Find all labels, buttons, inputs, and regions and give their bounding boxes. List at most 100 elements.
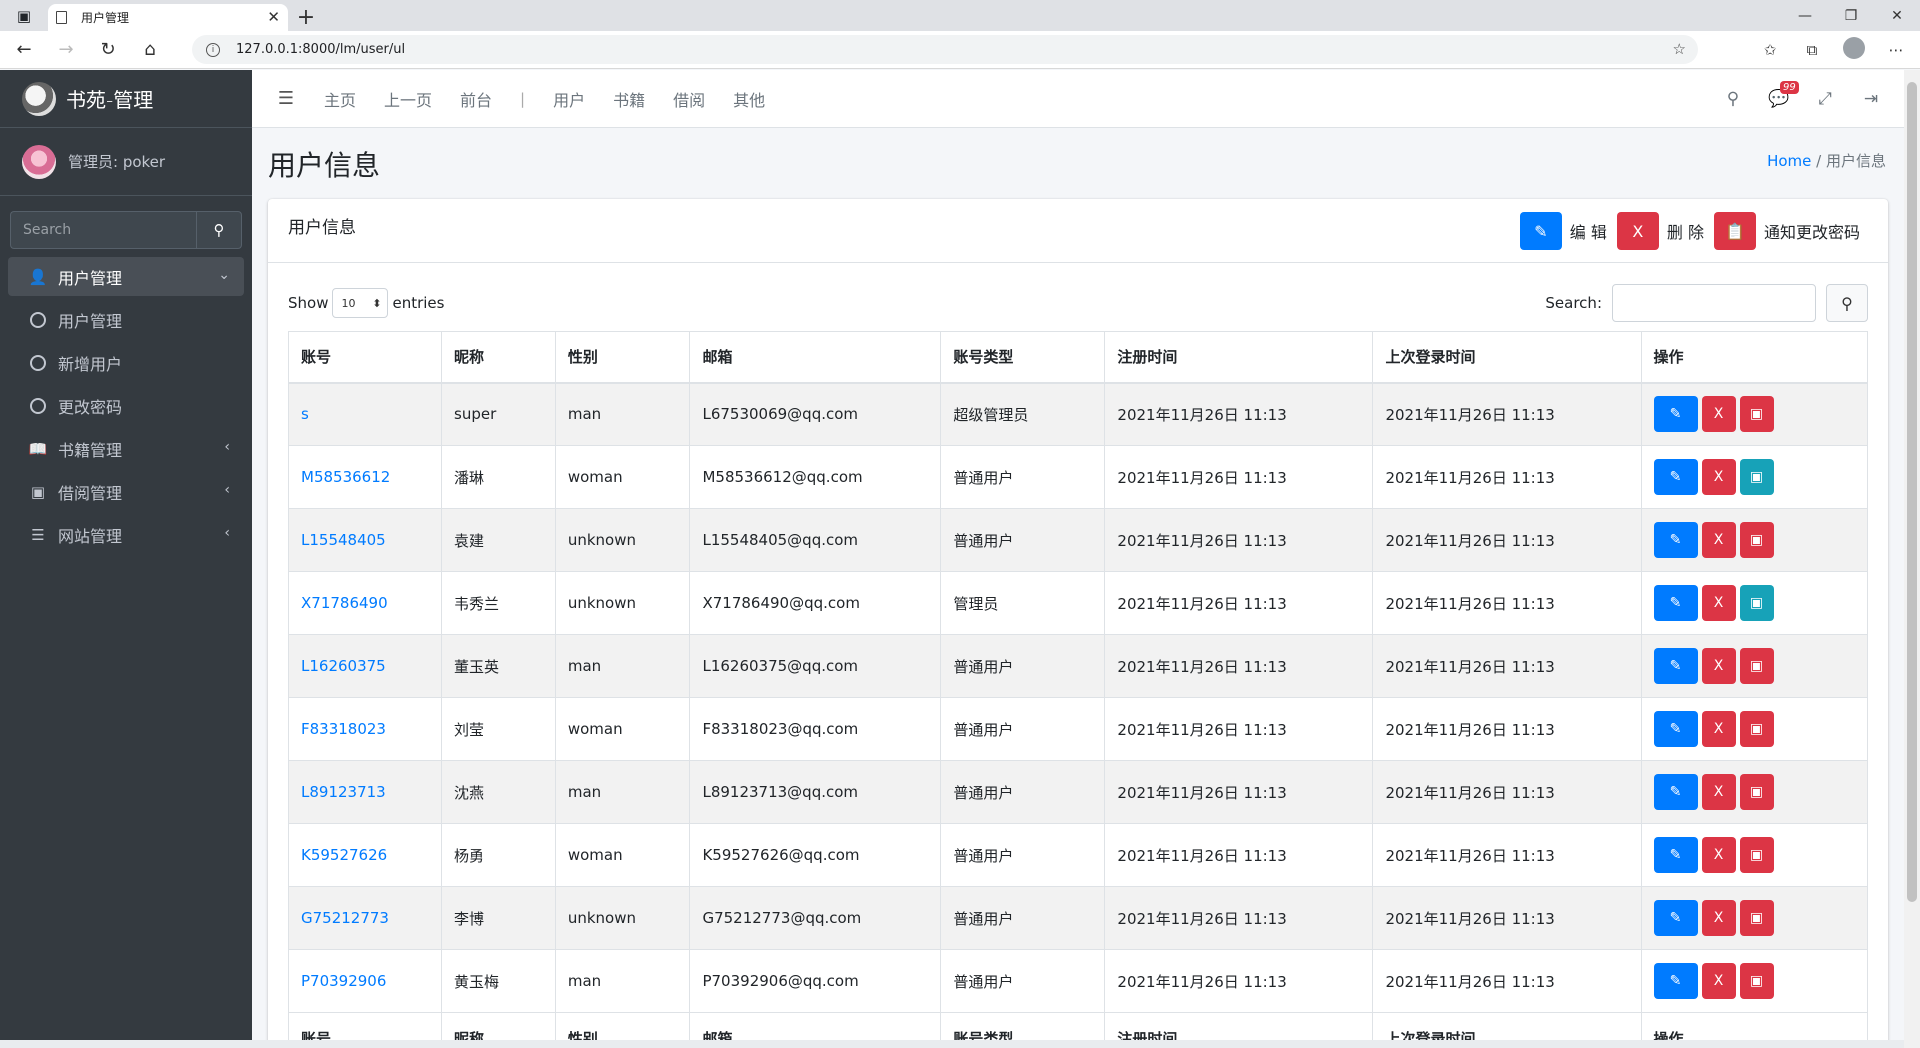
add-favorite-icon[interactable]: ☆ <box>1673 40 1686 58</box>
logout-icon[interactable]: ⇥ <box>1848 89 1894 109</box>
nav-link-frontend[interactable]: 前台 <box>460 87 492 111</box>
user-name[interactable]: 管理员: poker <box>68 151 165 172</box>
window-close-icon[interactable]: ✕ <box>1874 0 1920 31</box>
row-notify-button[interactable]: ▣ <box>1739 459 1774 495</box>
cell-account[interactable]: P70392906 <box>288 949 442 1013</box>
cell-account[interactable]: G75212773 <box>288 886 442 950</box>
sidebar-item-user-list[interactable]: 用户管理 <box>8 300 244 339</box>
row-edit-button[interactable]: ✎ <box>1653 522 1698 558</box>
row-notify-button[interactable]: ▣ <box>1739 774 1774 810</box>
sidebar-item-change-password[interactable]: 更改密码 <box>8 386 244 425</box>
cell-account[interactable]: L16260375 <box>288 634 442 698</box>
nav-link-home[interactable]: 主页 <box>324 87 356 111</box>
sidebar-item-user-management[interactable]: 👤 用户管理 ⌄ <box>8 257 244 296</box>
url-bar[interactable]: i 127.0.0.1:8000/lm/user/ul ☆ <box>192 35 1698 64</box>
row-edit-button[interactable]: ✎ <box>1653 837 1698 873</box>
profile-avatar[interactable] <box>1840 37 1868 63</box>
page-scrollbar[interactable] <box>1904 70 1920 1048</box>
row-edit-button[interactable]: ✎ <box>1653 396 1698 433</box>
row-edit-button[interactable]: ✎ <box>1653 711 1698 747</box>
row-edit-button[interactable]: ✎ <box>1653 900 1698 936</box>
column-header[interactable]: 上次登录时间 <box>1372 331 1642 384</box>
sidebar-item-add-user[interactable]: 新增用户 <box>8 343 244 382</box>
cell-account[interactable]: L89123713 <box>288 760 442 824</box>
row-notify-button[interactable]: ▣ <box>1739 585 1774 621</box>
row-delete-button[interactable]: X <box>1701 459 1736 495</box>
forward-icon[interactable]: → <box>48 35 84 65</box>
cell-nick: 潘琳 <box>441 445 556 509</box>
row-notify-button[interactable]: ▣ <box>1739 396 1774 433</box>
breadcrumb-home[interactable]: Home <box>1767 152 1811 170</box>
nav-link-borrow[interactable]: 借阅 <box>673 87 705 111</box>
row-delete-button[interactable]: X <box>1701 585 1736 621</box>
sidebar-search-input[interactable]: Search <box>10 211 196 249</box>
nav-link-back[interactable]: 上一页 <box>384 87 432 111</box>
cell-account[interactable]: s <box>288 382 442 446</box>
column-header[interactable]: 操作 <box>1640 331 1869 384</box>
entries-select[interactable]: 10 <box>332 288 389 318</box>
row-edit-button[interactable]: ✎ <box>1653 963 1698 999</box>
collections-icon[interactable]: ⧉ <box>1798 41 1826 59</box>
menu-toggle-icon[interactable]: ☰ <box>262 88 310 109</box>
scrollbar-thumb[interactable] <box>1907 82 1917 902</box>
column-header[interactable]: 账号 <box>288 331 442 384</box>
row-notify-button[interactable]: ▣ <box>1739 648 1774 684</box>
minimize-icon[interactable]: — <box>1782 0 1828 31</box>
row-notify-button[interactable]: ▣ <box>1739 522 1774 558</box>
row-delete-button[interactable]: X <box>1701 963 1736 999</box>
row-notify-button[interactable]: ▣ <box>1739 963 1774 999</box>
column-header[interactable]: 性别 <box>554 331 691 384</box>
row-edit-button[interactable]: ✎ <box>1653 585 1698 621</box>
edit-button[interactable]: ✎ <box>1519 212 1562 250</box>
messages-icon[interactable]: 💬 99 <box>1756 81 1802 109</box>
cell-account[interactable]: F83318023 <box>288 697 442 761</box>
sidebar-item-borrow[interactable]: ▣ 借阅管理 ‹ <box>8 472 244 511</box>
row-edit-button[interactable]: ✎ <box>1653 774 1698 810</box>
row-delete-button[interactable]: X <box>1701 522 1736 558</box>
tab-actions-icon[interactable]: ▣ <box>0 0 48 31</box>
brand-text: 书苑-管理 <box>66 88 154 112</box>
table-search-input[interactable] <box>1612 284 1816 322</box>
home-icon[interactable]: ⌂ <box>132 35 168 65</box>
fullscreen-icon[interactable]: ⤢ <box>1802 89 1848 109</box>
back-icon[interactable]: ← <box>6 35 42 65</box>
row-delete-button[interactable]: X <box>1701 711 1736 747</box>
row-notify-button[interactable]: ▣ <box>1739 711 1774 747</box>
info-icon[interactable]: i <box>206 42 220 57</box>
favorites-icon[interactable]: ✩ <box>1756 41 1784 59</box>
brand-link[interactable]: 书苑-管理 <box>0 70 252 128</box>
row-notify-button[interactable]: ▣ <box>1739 837 1774 873</box>
column-header[interactable]: 邮箱 <box>689 331 942 384</box>
refresh-icon[interactable]: ↻ <box>90 35 126 65</box>
search-icon[interactable]: ⚲ <box>196 211 242 249</box>
more-icon[interactable]: ⋯ <box>1882 41 1910 59</box>
cell-account[interactable]: X71786490 <box>288 571 442 635</box>
cell-account[interactable]: K59527626 <box>288 823 442 887</box>
column-header[interactable]: 账号类型 <box>940 331 1106 384</box>
row-delete-button[interactable]: X <box>1701 774 1736 810</box>
search-icon[interactable]: ⚲ <box>1710 89 1756 109</box>
column-header[interactable]: 注册时间 <box>1104 331 1374 384</box>
nav-link-books[interactable]: 书籍 <box>613 87 645 111</box>
sidebar-item-site[interactable]: ☰ 网站管理 ‹ <box>8 515 244 554</box>
restore-icon[interactable]: ❐ <box>1828 0 1874 31</box>
row-delete-button[interactable]: X <box>1701 900 1736 936</box>
row-edit-button[interactable]: ✎ <box>1653 459 1698 495</box>
row-delete-button[interactable]: X <box>1701 648 1736 684</box>
close-tab-icon[interactable]: ✕ <box>267 8 280 26</box>
delete-button[interactable]: X <box>1616 212 1659 250</box>
row-delete-button[interactable]: X <box>1701 396 1736 433</box>
row-delete-button[interactable]: X <box>1701 837 1736 873</box>
notify-password-button[interactable]: 📋 <box>1713 212 1756 250</box>
cell-account[interactable]: L15548405 <box>288 508 442 572</box>
browser-tab[interactable]: 用户管理 ✕ <box>48 4 288 31</box>
new-tab-button[interactable]: + <box>288 4 324 31</box>
cell-account[interactable]: M58536612 <box>288 445 442 509</box>
row-notify-button[interactable]: ▣ <box>1739 900 1774 936</box>
nav-link-users[interactable]: 用户 <box>553 87 585 111</box>
sidebar-item-books[interactable]: 📖 书籍管理 ‹ <box>8 429 244 468</box>
search-icon[interactable]: ⚲ <box>1826 284 1868 322</box>
nav-link-other[interactable]: 其他 <box>733 87 765 111</box>
row-edit-button[interactable]: ✎ <box>1653 648 1698 684</box>
column-header[interactable]: 昵称 <box>441 331 556 384</box>
